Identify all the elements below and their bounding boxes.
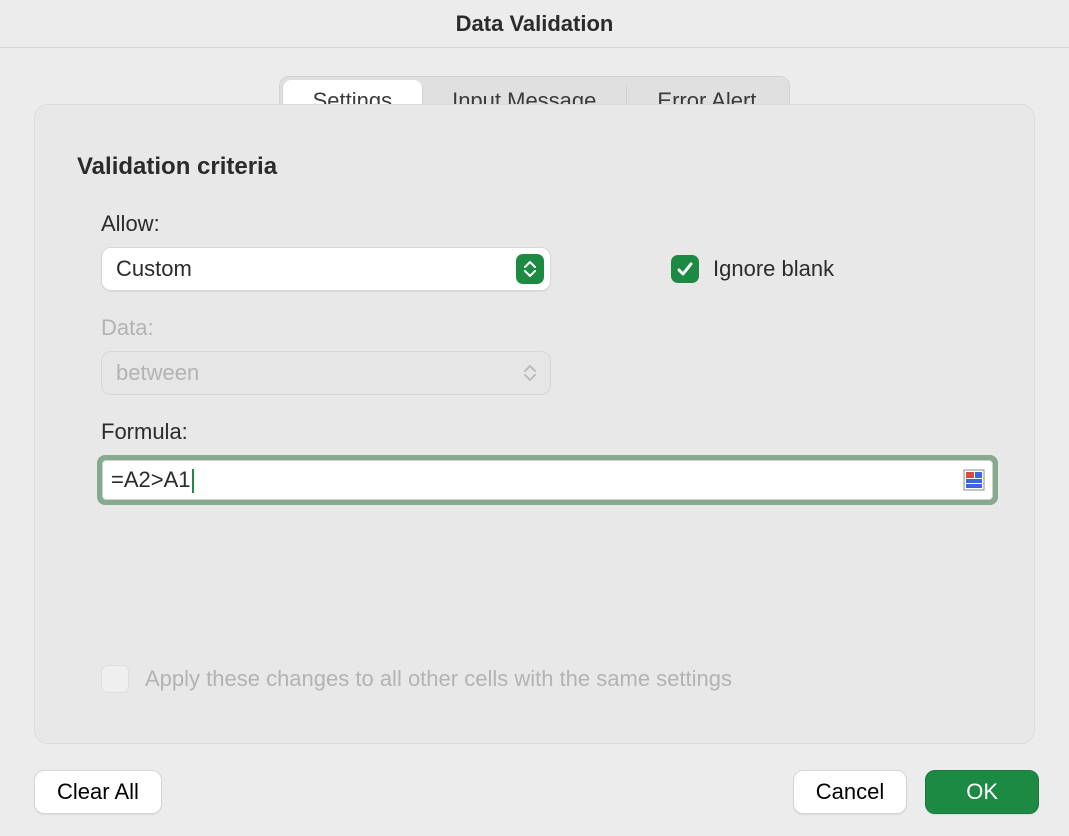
allow-label: Allow: xyxy=(101,211,1004,237)
dialog-title-text: Data Validation xyxy=(456,11,614,37)
allow-select-value: Custom xyxy=(116,256,192,282)
checkbox-checked-icon xyxy=(671,255,699,283)
text-caret xyxy=(192,469,194,493)
clear-all-button[interactable]: Clear All xyxy=(34,770,162,814)
ok-label: OK xyxy=(966,779,998,804)
formula-input[interactable]: =A2>A1 xyxy=(102,460,993,500)
checkbox-unchecked-icon xyxy=(101,665,129,693)
formula-input-value: =A2>A1 xyxy=(111,467,194,493)
section-heading: Validation criteria xyxy=(77,153,1004,181)
range-selector-icon[interactable] xyxy=(962,468,986,492)
ok-button[interactable]: OK xyxy=(925,770,1039,814)
chevron-up-down-icon xyxy=(516,254,544,284)
formula-label: Formula: xyxy=(101,419,1004,445)
ignore-blank-label: Ignore blank xyxy=(713,256,834,282)
apply-all-label: Apply these changes to all other cells w… xyxy=(145,666,732,692)
dialog-title: Data Validation xyxy=(0,0,1069,48)
chevron-up-down-icon xyxy=(516,358,544,388)
data-select-value: between xyxy=(116,360,199,386)
allow-select[interactable]: Custom xyxy=(101,247,551,291)
cancel-label: Cancel xyxy=(816,779,884,804)
clear-all-label: Clear All xyxy=(57,779,139,804)
data-label: Data: xyxy=(101,315,1004,341)
ignore-blank-checkbox[interactable]: Ignore blank xyxy=(671,255,834,283)
dialog-footer: Clear All Cancel OK xyxy=(34,770,1039,814)
data-select: between xyxy=(101,351,551,395)
apply-all-checkbox: Apply these changes to all other cells w… xyxy=(101,665,732,693)
settings-panel: Validation criteria Allow: Custom Ignore… xyxy=(34,104,1035,744)
formula-field-focus-ring: =A2>A1 xyxy=(97,455,998,505)
cancel-button[interactable]: Cancel xyxy=(793,770,907,814)
